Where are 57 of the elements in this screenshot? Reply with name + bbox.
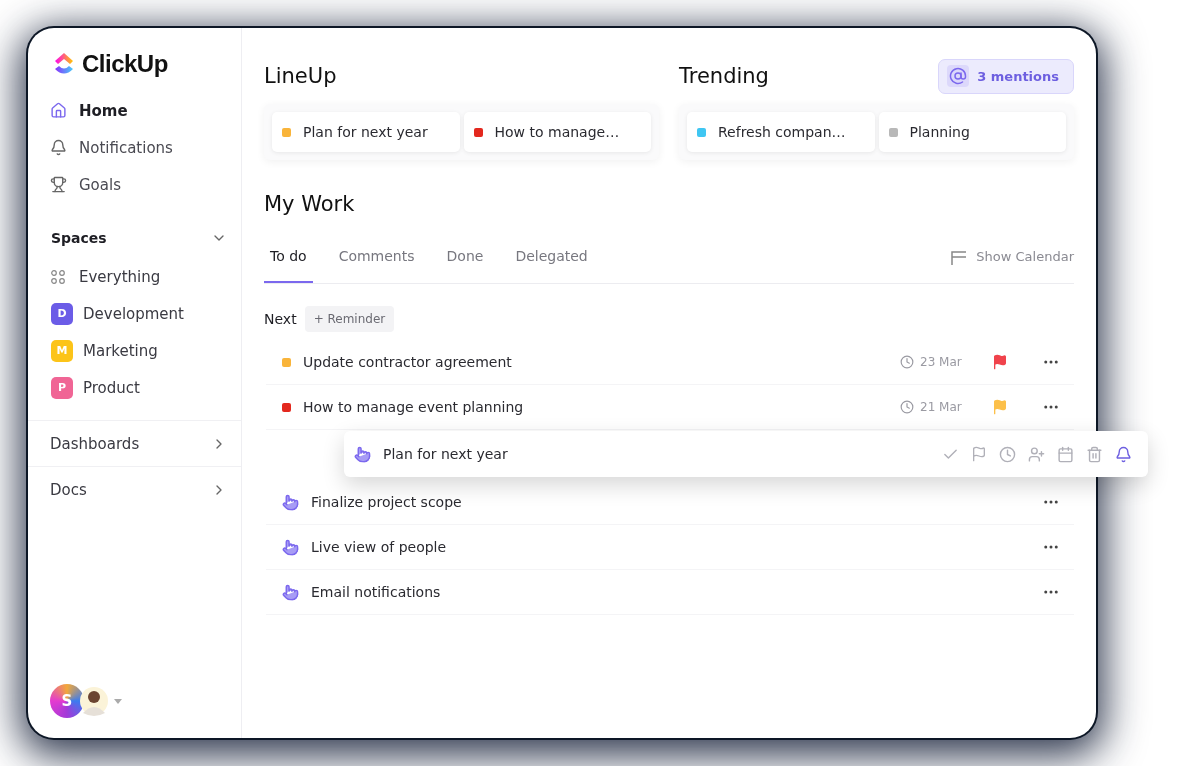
hand-pointer-icon — [354, 445, 371, 463]
clock-icon — [900, 355, 914, 369]
home-icon — [50, 102, 67, 119]
nav-item[interactable]: Notifications — [28, 129, 241, 166]
grid-icon — [51, 269, 65, 284]
space-item[interactable]: Everything — [28, 258, 241, 295]
task-card[interactable]: Refresh compan… — [687, 112, 875, 152]
tab[interactable]: Delegated — [509, 230, 594, 283]
due-date: 23 Mar — [920, 355, 962, 369]
space-avatar: D — [51, 302, 73, 325]
sidebar-section[interactable]: Docs — [28, 466, 241, 512]
flag-icon[interactable] — [992, 354, 1008, 370]
task-card[interactable]: How to manage… — [463, 112, 651, 152]
flag-icon[interactable] — [971, 446, 987, 462]
hand-pointer-icon — [282, 538, 299, 556]
task-card[interactable]: Plan for next year — [272, 112, 460, 152]
bell-icon — [50, 139, 67, 156]
dragged-task-card[interactable]: Plan for next year — [344, 431, 1148, 477]
hand-pointer-icon — [282, 583, 299, 601]
logo-text: ClickUp — [82, 50, 168, 78]
task-name: How to manage event planning — [303, 399, 525, 415]
task-name: Email notifications — [311, 584, 442, 600]
due-date: 21 Mar — [920, 400, 962, 414]
at-sign-icon — [947, 65, 970, 87]
tab[interactable]: Done — [440, 230, 490, 283]
space-item[interactable]: M Marketing — [28, 332, 241, 369]
nav-item[interactable]: Goals — [28, 166, 241, 203]
task-name: Live view of people — [311, 539, 448, 555]
task-name: Finalize project scope — [311, 494, 463, 510]
trash-icon[interactable] — [1086, 445, 1103, 463]
hand-pointer-icon — [282, 493, 299, 511]
sidebar-section[interactable]: Dashboards — [28, 420, 241, 466]
tab[interactable]: Comments — [332, 230, 421, 283]
clock-icon[interactable] — [999, 445, 1016, 463]
person-avatar — [80, 685, 108, 717]
task-name: Update contractor agreement — [303, 354, 513, 370]
space-avatar: M — [51, 339, 73, 362]
trophy-icon — [50, 176, 67, 193]
clock-icon — [900, 400, 914, 414]
section-title: Trending — [679, 64, 769, 88]
tab[interactable]: To do — [264, 230, 313, 283]
spaces-heading: Spaces — [51, 230, 107, 246]
space-item[interactable]: D Development — [28, 295, 241, 332]
space-avatar: P — [51, 376, 73, 399]
section-title: My Work — [264, 192, 356, 216]
reminder-button[interactable]: + Reminder — [304, 306, 395, 332]
task-card[interactable]: Planning — [878, 112, 1066, 152]
assign-icon[interactable] — [1028, 445, 1045, 463]
mentions-button[interactable]: 3 mentions — [938, 58, 1074, 94]
bell-icon[interactable] — [1115, 445, 1132, 463]
space-item[interactable]: P Product — [28, 369, 241, 406]
nav-item[interactable]: Home — [28, 92, 241, 129]
section-title: LineUp — [264, 64, 337, 88]
caret-icon[interactable] — [114, 698, 122, 704]
task-name: Plan for next year — [383, 446, 509, 462]
group-label: Next — [264, 311, 297, 327]
show-calendar-button[interactable]: Show Calendar — [950, 248, 1074, 265]
